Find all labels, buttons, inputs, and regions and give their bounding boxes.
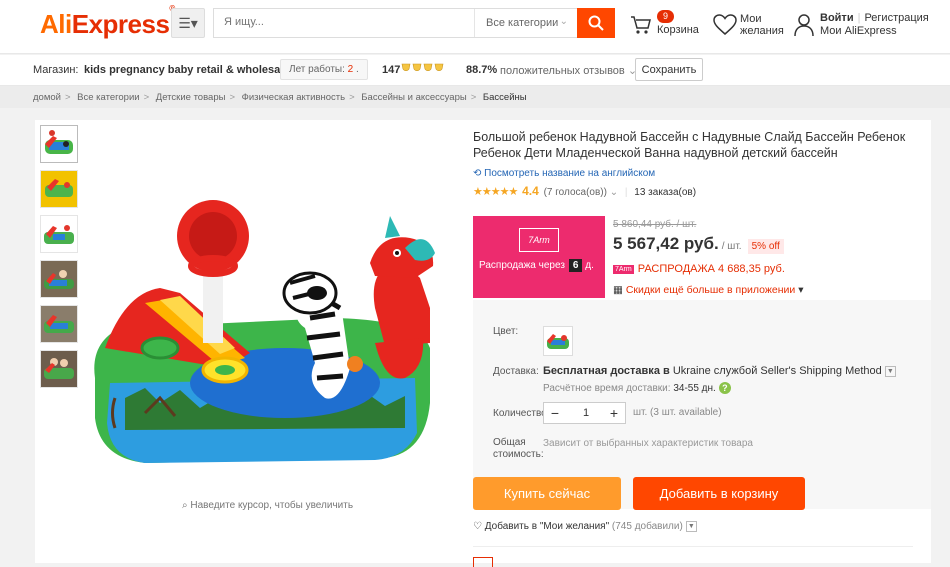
search-bar: Все категории⌄: [213, 8, 615, 38]
cart-link[interactable]: 9 Корзина: [629, 10, 701, 40]
discount-badge: 5% off: [747, 239, 784, 254]
thumbnail-list: [40, 125, 78, 395]
wishlist-link[interactable]: Мои желания: [713, 12, 793, 38]
product-thumbnail[interactable]: [40, 125, 78, 163]
store-info-bar: Магазин: kids pregnancy baby retail & wh…: [0, 55, 950, 86]
categories-menu-button[interactable]: ☰▾: [171, 8, 205, 38]
total-price: Зависит от выбранных характеристик товар…: [543, 438, 753, 449]
zoom-hint: ⌕ Наведите курсор, чтобы увеличить: [182, 500, 354, 511]
rating-stars: ★★★★★: [473, 186, 518, 198]
chevron-down-icon: ▼: [685, 521, 697, 532]
current-price: 5 567,42 руб. / шт. 5% off: [613, 234, 784, 254]
user-icon: [794, 14, 814, 37]
medal-icons: [401, 63, 445, 78]
coupon-row: [473, 556, 493, 567]
breadcrumb: домой > Все категории > Детские товары > Фи…: [0, 86, 950, 108]
my-aliexpress-link[interactable]: Мои AliExpress: [820, 25, 897, 37]
cart-count-badge: 9: [657, 10, 675, 23]
account-menu[interactable]: Войти | Регистрация Мои AliExpress: [793, 12, 933, 38]
product-thumbnail[interactable]: [40, 260, 78, 298]
login-link[interactable]: Войти: [820, 12, 854, 24]
breadcrumb-link[interactable]: домой: [33, 92, 61, 103]
add-to-wishlist-link[interactable]: ♡ Добавить в "Мои желания" (745 добавили…: [473, 521, 697, 532]
breadcrumb-link[interactable]: Детские товары: [156, 92, 226, 103]
product-thumbnail[interactable]: [40, 305, 78, 343]
aliexpress-logo[interactable]: AliExpress®: [40, 4, 175, 40]
product-thumbnail[interactable]: [40, 350, 78, 388]
search-input[interactable]: [224, 16, 464, 28]
sale-countdown-banner: 7Arm Распродажа через 6 д.: [473, 216, 605, 298]
quantity-stepper: − 1 +: [543, 402, 626, 424]
chevron-down-icon: ▼: [884, 365, 896, 377]
translate-icon: ⟲: [473, 168, 482, 179]
chevron-down-icon: ⌄: [559, 16, 568, 27]
store-name-link[interactable]: kids pregnancy baby retail & wholesale: [84, 64, 289, 76]
search-icon: [588, 15, 604, 31]
register-link[interactable]: Регистрация: [864, 12, 928, 24]
save-store-button[interactable]: Сохранить: [635, 58, 703, 81]
product-title: Большой ребенок Надувной Бассейн с Надув…: [473, 130, 906, 160]
quantity-input[interactable]: 1: [574, 407, 598, 419]
color-option[interactable]: [543, 326, 573, 356]
breadcrumb-current: Бассейны: [482, 92, 527, 103]
app-discount-link[interactable]: ▦ Скидки ещё больше в приложении ▾: [613, 284, 803, 296]
hamburger-icon: ☰▾: [178, 14, 198, 31]
reviews-link[interactable]: (7 голоса(ов)): [544, 187, 607, 198]
heart-plus-icon: ♡: [473, 521, 482, 533]
increase-quantity-button[interactable]: +: [605, 405, 623, 421]
help-icon[interactable]: ?: [718, 382, 731, 394]
buy-now-button[interactable]: Купить сейчас: [473, 477, 621, 510]
product-panel: ⌕ Наведите курсор, чтобы увеличить Больш…: [35, 120, 931, 567]
product-details: Большой ребенок Надувной Бассейн с Надув…: [473, 120, 931, 567]
store-years-badge: Лет работы: 2 .: [280, 59, 368, 80]
sale-price: 7Arm РАСПРОДАЖА 4 688,35 руб.: [613, 263, 785, 275]
product-thumbnail[interactable]: [40, 170, 78, 208]
product-rating: ★★★★★ 4.4 (7 голоса(ов)) ⌄ | 13 заказа(о…: [473, 184, 697, 198]
chevron-down-icon: ⌄: [609, 187, 619, 198]
breadcrumb-link[interactable]: Все категории: [77, 92, 139, 103]
cart-icon: [631, 16, 651, 34]
product-main-image[interactable]: [85, 168, 445, 468]
product-thumbnail[interactable]: [40, 215, 78, 253]
search-button[interactable]: [577, 8, 615, 38]
add-to-cart-button[interactable]: Добавить в корзину: [633, 477, 805, 510]
breadcrumb-link[interactable]: Физическая активность: [242, 92, 345, 103]
delivery-estimate: Расчётное время доставки: 34-55 дн.?: [543, 382, 731, 394]
positive-feedback-dropdown[interactable]: положительных отзывов ⌄: [500, 64, 637, 77]
store-feedback-score: 147: [382, 64, 401, 76]
decrease-quantity-button[interactable]: −: [546, 405, 564, 421]
english-title-link[interactable]: ⟲ Посмотреть название на английском: [473, 168, 655, 179]
available-stock: шт. (3 шт. available): [633, 407, 722, 418]
breadcrumb-link[interactable]: Бассейны и аксессуары: [361, 92, 466, 103]
search-category-select[interactable]: Все категории ⌄: [474, 9, 578, 37]
qr-code-icon: ▦: [613, 284, 623, 296]
site-header: AliExpress® ☰▾ Все категории⌄ 9 Корзина …: [0, 0, 950, 54]
heart-icon: [713, 14, 737, 35]
coupon-icon: [473, 557, 493, 567]
old-price: 5 860,44 руб. / шт.: [613, 219, 697, 230]
shipping-method[interactable]: Бесплатная доставка в Ukraine службой Se…: [543, 365, 896, 377]
divider: [473, 546, 913, 547]
magnifier-icon: ⌕: [182, 500, 188, 511]
